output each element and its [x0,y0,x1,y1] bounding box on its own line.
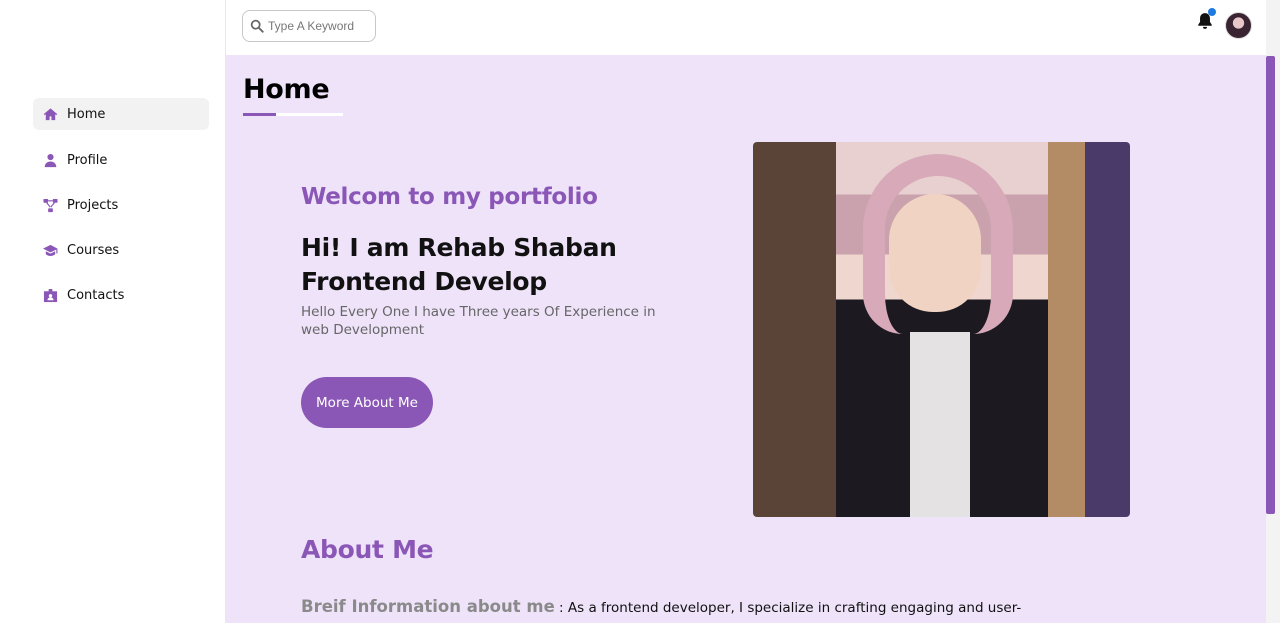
search-icon [250,19,264,33]
sitemap-icon [42,197,58,213]
about-label: Breif Information about me [301,597,555,616]
user-icon [42,152,58,168]
title-underline [243,113,276,116]
sidebar-item-label: Projects [67,197,119,213]
sidebar-item-projects[interactable]: Projects [33,189,209,221]
notification-badge [1208,8,1216,16]
about-heading: About Me [301,535,434,564]
about-paragraph: Breif Information about me : As a fronte… [301,597,1021,616]
hero-heading-line2: Frontend Develop [301,267,547,296]
graduation-cap-icon [42,242,58,258]
top-header [226,0,1266,55]
sidebar-item-label: Home [67,106,106,122]
about-text: : As a frontend developer, I specialize … [554,600,1022,616]
main-content: Home Welcom to my portfolio Hi! I am Reh… [226,55,1266,623]
photo-shirt [910,332,970,517]
page-title: Home [243,74,330,105]
sidebar-item-label: Contacts [67,287,125,303]
sidebar-item-label: Profile [67,152,108,168]
search-input[interactable] [268,19,368,33]
search-box [242,10,376,42]
sidebar-item-home[interactable]: Home [33,98,209,130]
profile-photo [753,142,1130,517]
welcome-heading: Welcom to my portfolio [301,184,598,210]
sidebar: Home Profile Projects Courses Contacts [0,0,226,623]
sidebar-item-contacts[interactable]: Contacts [33,279,209,311]
notification-button[interactable] [1196,8,1216,32]
more-about-me-button[interactable]: More About Me [301,377,433,428]
sidebar-item-profile[interactable]: Profile [33,144,209,176]
photo-face [889,194,981,312]
scrollbar-thumb[interactable] [1266,56,1275,514]
id-card-icon [42,287,58,303]
avatar[interactable] [1225,12,1252,39]
sidebar-nav: Home Profile Projects Courses Contacts [33,98,209,325]
hero-description: Hello Every One I have Three years Of Ex… [301,304,656,338]
sidebar-item-label: Courses [67,242,120,258]
sidebar-item-courses[interactable]: Courses [33,234,209,266]
home-icon [42,106,58,122]
hero-heading-line1: Hi! I am Rehab Shaban [301,233,617,262]
